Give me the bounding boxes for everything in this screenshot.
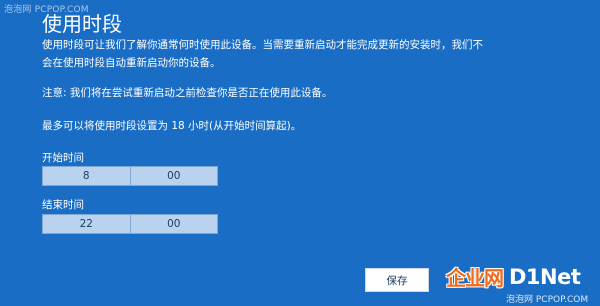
- save-button[interactable]: 保存: [365, 268, 429, 292]
- watermark-bottom: 泡泡网 PCPOP.COM: [506, 295, 589, 305]
- end-time-label: 结束时间: [42, 199, 84, 211]
- start-minute-field[interactable]: 00: [129, 167, 218, 185]
- logo-cn-text: 企业网: [446, 266, 504, 290]
- description-line-2: 会在使用时段自动重新启动你的设备。: [42, 57, 221, 69]
- logo-en-text: D1Net: [509, 264, 581, 289]
- start-hour-field[interactable]: 8: [43, 167, 130, 185]
- description-text: 使用时段可让我们了解你通常何时使用此设备。当需要重新启动才能完成更新的安装时，我…: [42, 36, 522, 72]
- start-time-picker[interactable]: 8 00: [42, 166, 218, 186]
- end-minute-field[interactable]: 00: [129, 215, 218, 233]
- d1net-logo: 企业网 D1Net: [446, 262, 581, 291]
- note-text: 注意: 我们将在尝试重新启动之前检查你是否正在使用此设备。: [42, 87, 333, 99]
- description-line-1: 使用时段可让我们了解你通常何时使用此设备。当需要重新启动才能完成更新的安装时，我…: [42, 39, 483, 51]
- start-time-label: 开始时间: [42, 152, 84, 164]
- max-hours-text: 最多可以将使用时段设置为 18 小时(从开始时间算起)。: [42, 120, 302, 132]
- page-title: 使用时段: [42, 12, 122, 36]
- end-time-picker[interactable]: 22 00: [42, 214, 218, 234]
- end-hour-field[interactable]: 22: [43, 215, 130, 233]
